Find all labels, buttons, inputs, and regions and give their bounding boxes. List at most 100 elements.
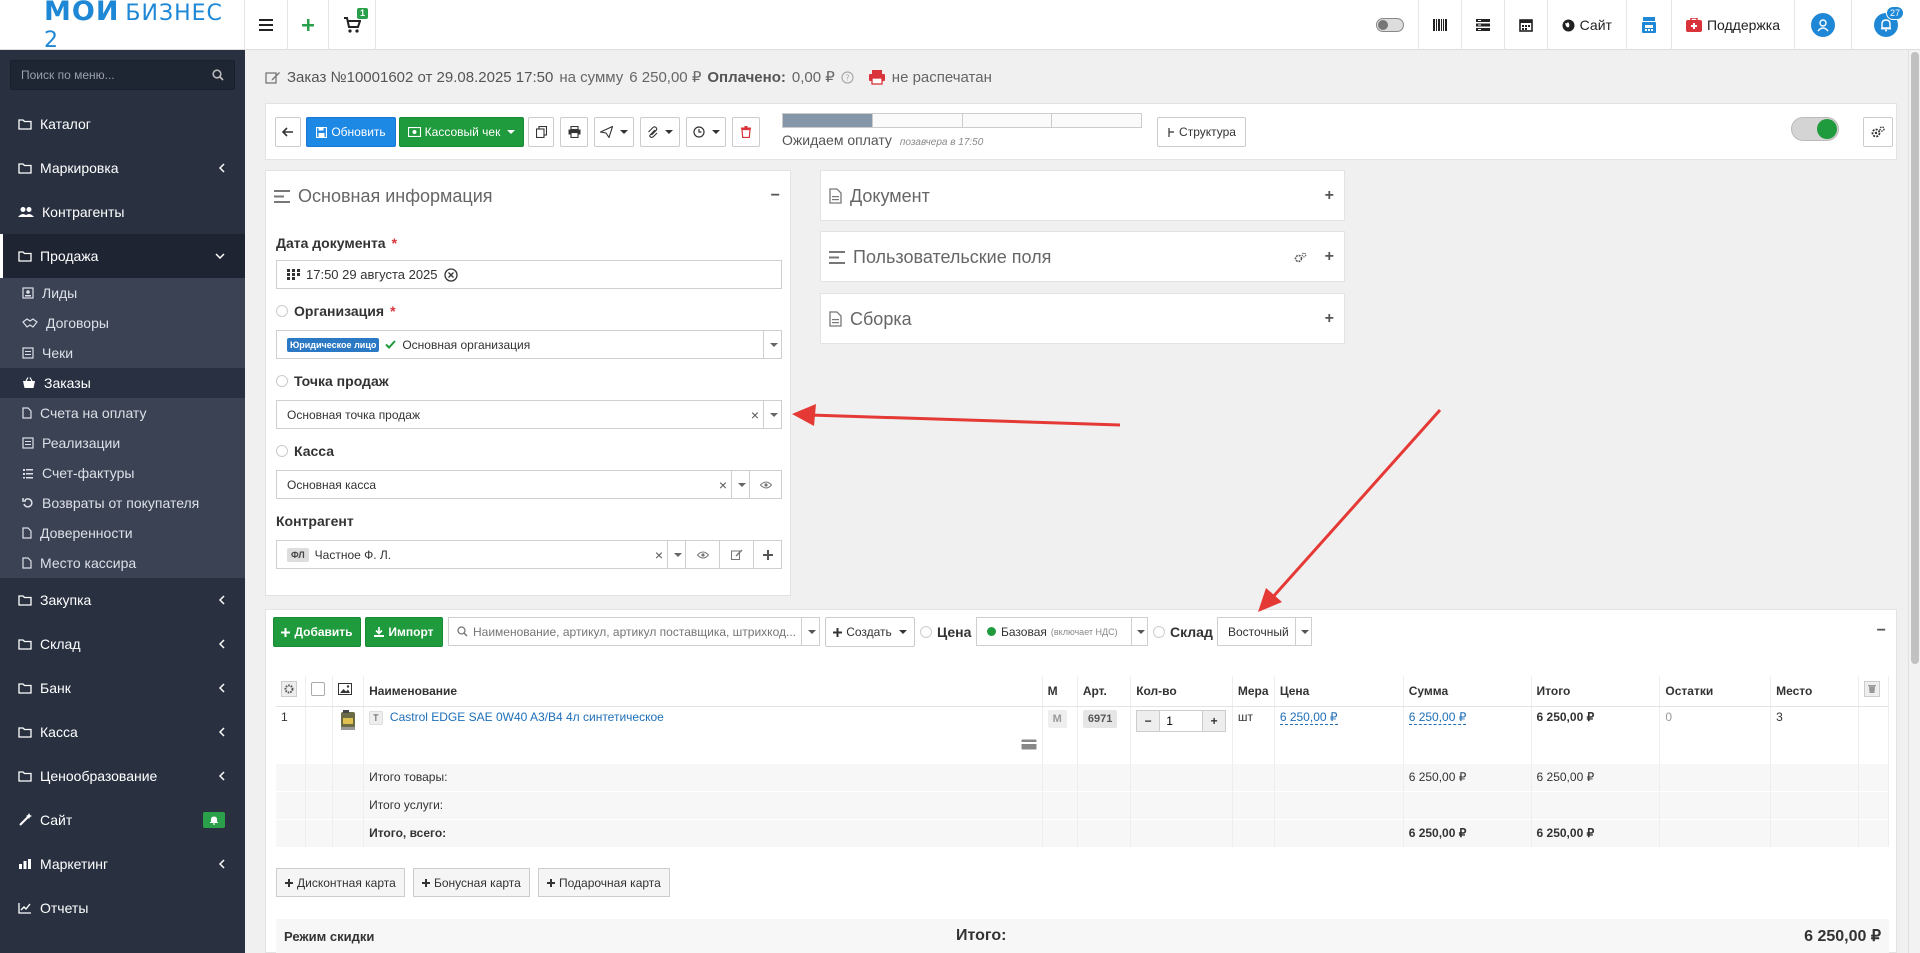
column-header-name[interactable]: Наименование [363, 676, 1043, 707]
cash-dropdown-toggle[interactable] [731, 471, 749, 498]
column-header-qty[interactable]: Кол-во [1130, 676, 1233, 707]
cash-receipt-button[interactable]: Кассовый чек [399, 117, 524, 147]
pos-select[interactable]: Основная точка продаж × [276, 400, 782, 429]
sidebar-subitem-orders[interactable]: Заказы [0, 368, 245, 398]
scrollbar-thumb[interactable] [1911, 52, 1919, 664]
increment-button[interactable]: + [1203, 710, 1226, 731]
column-header-sum[interactable]: Сумма [1403, 676, 1532, 707]
sidebar-item-marketing[interactable]: Маркетинг [0, 842, 245, 886]
column-header-stock[interactable]: Остатки [1659, 676, 1772, 707]
back-button[interactable] [275, 117, 301, 147]
gears-icon[interactable] [1294, 252, 1307, 263]
org-select[interactable]: Юридическое лицо Основная организация [276, 330, 782, 359]
history-button[interactable] [686, 117, 726, 147]
sidebar-subitem-cashier-place[interactable]: Место кассира [0, 548, 245, 578]
mode-toggle[interactable] [1791, 117, 1839, 141]
send-button[interactable] [594, 117, 634, 147]
expand-button[interactable]: + [1325, 187, 1334, 205]
print-button[interactable] [560, 117, 588, 147]
bonus-card-button[interactable]: Бонусная карта [413, 868, 530, 897]
sidebar-subitem-returns[interactable]: Возвраты от покупателя [0, 488, 245, 518]
select-all-checkbox[interactable] [305, 676, 333, 707]
column-header-total[interactable]: Итого [1531, 676, 1661, 707]
custom-fields-panel[interactable]: Пользовательские поля + [820, 231, 1345, 282]
delete-button[interactable] [732, 117, 760, 147]
sidebar-item-purchase[interactable]: Закупка [0, 578, 245, 622]
column-header-price[interactable]: Цена [1274, 676, 1404, 707]
date-field[interactable]: 17:50 29 августа 2025 [276, 260, 782, 289]
barcode-button[interactable] [1417, 0, 1462, 50]
sidebar-item-cashbox[interactable]: Касса [0, 710, 245, 754]
goods-search[interactable] [448, 617, 820, 646]
price-value[interactable]: 6 250,00 ₽ [1279, 709, 1338, 725]
copy-button[interactable] [528, 117, 554, 147]
logo[interactable]: МОЙ БИЗНЕС 2 [0, 0, 245, 52]
contractor-edit-button[interactable] [719, 541, 753, 568]
sidebar-subitem-receipts[interactable]: Чеки [0, 338, 245, 368]
sidebar-subitem-invoices[interactable]: Счета на оплату [0, 398, 245, 428]
product-name-link[interactable]: Castrol EDGE SAE 0W40 A3/B4 4л синтетиче… [390, 710, 664, 724]
site-link[interactable]: Сайт [1548, 0, 1627, 50]
refresh-button[interactable]: Обновить [306, 117, 396, 147]
sidebar-subitem-vat-invoices[interactable]: Счет-фактуры [0, 458, 245, 488]
theme-toggle[interactable] [1362, 0, 1418, 50]
sidebar-item-contractors[interactable]: Контрагенты [0, 190, 245, 234]
structure-button[interactable]: Структура [1157, 117, 1246, 147]
cash-register-button[interactable] [1627, 0, 1672, 50]
clear-icon[interactable]: × [715, 477, 731, 493]
import-button[interactable]: Импорт [365, 617, 443, 647]
sidebar-item-site[interactable]: Сайт [0, 798, 245, 842]
pos-dropdown-toggle[interactable] [763, 401, 781, 428]
column-header-place[interactable]: Место [1770, 676, 1859, 707]
price-type-dropdown[interactable] [1131, 618, 1147, 645]
sidebar-subitem-leads[interactable]: Лиды [0, 278, 245, 308]
expand-button[interactable]: + [1325, 310, 1334, 328]
sidebar-item-warehouse[interactable]: Склад [0, 622, 245, 666]
quantity-input[interactable] [1159, 710, 1204, 731]
expand-button[interactable]: + [1325, 248, 1334, 266]
sidebar-item-catalog[interactable]: Каталог [0, 102, 245, 146]
checkbox[interactable] [310, 682, 325, 697]
price-type-select[interactable]: Базовая (включает НДС) [976, 617, 1148, 646]
sidebar-subitem-powers-of-attorney[interactable]: Доверенности [0, 518, 245, 548]
cash-select[interactable]: Основная касса × [276, 470, 782, 499]
create-button[interactable]: Создать [825, 617, 915, 647]
org-dropdown-toggle[interactable] [763, 331, 781, 358]
sidebar-subitem-contracts[interactable]: Договоры [0, 308, 245, 338]
sidebar-item-sales[interactable]: Продажа [0, 234, 245, 278]
table-row[interactable]: 1 Т Castrol EDGE SAE 0W40 A3/B4 4л синте… [276, 706, 1890, 763]
contractor-select[interactable]: ФЛ Частное Ф. Л. × [276, 540, 782, 569]
sidebar-item-pricing[interactable]: Ценообразование [0, 754, 245, 798]
decrement-button[interactable]: − [1137, 710, 1160, 731]
collapse-button[interactable]: − [771, 187, 780, 205]
page-scrollbar[interactable] [1908, 50, 1920, 953]
contractor-dropdown-toggle[interactable] [667, 541, 685, 568]
clear-icon[interactable]: × [747, 407, 763, 423]
cart-button[interactable]: 1 [329, 0, 376, 50]
assembly-panel[interactable]: Сборка + [820, 293, 1345, 344]
search-icon[interactable] [212, 69, 224, 81]
attach-button[interactable] [640, 117, 680, 147]
collapse-button[interactable]: − [1877, 622, 1886, 640]
question-icon[interactable]: ? [841, 70, 854, 84]
gift-card-button[interactable]: Подарочная карта [538, 868, 670, 897]
warehouse-select[interactable]: Восточный [1217, 617, 1312, 646]
column-header-art[interactable]: Арт. [1077, 676, 1132, 707]
support-button[interactable]: Поддержка [1672, 0, 1795, 50]
sidebar-item-marking[interactable]: Маркировка [0, 146, 245, 190]
user-profile-button[interactable] [1795, 0, 1852, 50]
row-details-toggle[interactable] [369, 739, 1037, 753]
notifications-button[interactable]: 27 [1852, 0, 1920, 50]
warehouse-dropdown[interactable] [1295, 618, 1311, 645]
document-panel[interactable]: Документ + [820, 170, 1345, 221]
settings-column-header[interactable] [276, 676, 306, 707]
menu-toggle-button[interactable] [245, 0, 288, 50]
product-thumbnail[interactable] [332, 706, 365, 763]
contractor-add-button[interactable] [753, 541, 781, 568]
add-button[interactable] [288, 0, 329, 50]
sidebar-subitem-realizations[interactable]: Реализации [0, 428, 245, 458]
settings-button[interactable] [1863, 117, 1893, 147]
cash-view-button[interactable] [749, 471, 781, 498]
goods-search-input[interactable] [468, 624, 801, 639]
delete-all-column-header[interactable] [1858, 676, 1890, 707]
